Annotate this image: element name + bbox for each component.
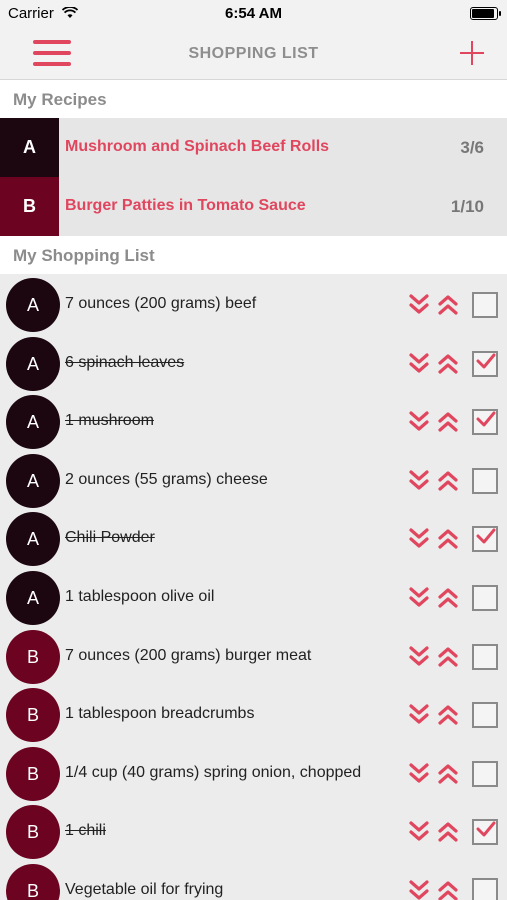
double-chevron-down-icon[interactable] bbox=[407, 586, 431, 610]
double-chevron-up-icon[interactable] bbox=[436, 527, 460, 551]
item-text: 1 mushroom bbox=[65, 412, 154, 430]
shopping-section-title: My Shopping List bbox=[13, 246, 155, 265]
recipe-name: Burger Patties in Tomato Sauce bbox=[65, 197, 306, 214]
double-chevron-up-icon[interactable] bbox=[436, 703, 460, 727]
double-chevron-down-icon[interactable] bbox=[407, 820, 431, 844]
plus-icon[interactable] bbox=[459, 40, 485, 66]
recipe-avatar: A bbox=[6, 336, 60, 391]
double-chevron-up-icon[interactable] bbox=[436, 469, 460, 493]
recipe-progress-count: 3/6 bbox=[460, 138, 484, 157]
recipe-row-b[interactable]: B Burger Patties in Tomato Sauce 1/10 bbox=[0, 177, 507, 236]
recipe-name: Mushroom and Spinach Beef Rolls bbox=[65, 138, 330, 155]
nav-bar: SHOPPING LIST bbox=[0, 28, 507, 80]
item-text: 1 tablespoon olive oil bbox=[65, 588, 215, 605]
recipe-avatar: A bbox=[6, 278, 60, 332]
checkbox-icon[interactable] bbox=[472, 292, 498, 318]
double-chevron-up-icon[interactable] bbox=[436, 820, 460, 844]
double-chevron-down-icon[interactable] bbox=[407, 645, 431, 669]
checkbox-icon[interactable] bbox=[472, 878, 498, 900]
list-item: A 2 ounces (55 grams) cheese bbox=[0, 452, 507, 511]
battery-level bbox=[472, 9, 494, 18]
item-text: 7 ounces (200 grams) burger meat bbox=[65, 646, 312, 664]
list-item: A 1 mushroom bbox=[0, 393, 507, 452]
double-chevron-up-icon[interactable] bbox=[436, 645, 460, 669]
item-text: 7 ounces (200 grams) beef bbox=[65, 295, 257, 312]
double-chevron-up-icon[interactable] bbox=[436, 586, 460, 610]
double-chevron-up-icon[interactable] bbox=[436, 410, 460, 434]
double-chevron-up-icon[interactable] bbox=[436, 293, 460, 317]
recipe-avatar: B bbox=[6, 746, 60, 801]
list-item: B 7 ounces (200 grams) burger meat bbox=[0, 628, 507, 687]
double-chevron-down-icon[interactable] bbox=[407, 293, 431, 317]
item-text: Vegetable oil for frying bbox=[65, 881, 224, 898]
double-chevron-down-icon[interactable] bbox=[407, 762, 431, 786]
shopping-section-header: My Shopping List bbox=[0, 236, 507, 274]
item-text: 6 spinach leaves bbox=[65, 353, 185, 371]
recipe-avatar: A bbox=[6, 395, 60, 450]
recipe-row-a[interactable]: A Mushroom and Spinach Beef Rolls 3/6 bbox=[0, 118, 507, 177]
checkbox-icon[interactable] bbox=[472, 702, 498, 729]
status-time: 6:54 AM bbox=[225, 5, 282, 22]
list-item: B Vegetable oil for frying bbox=[0, 862, 507, 900]
item-text: 2 ounces (55 grams) cheese bbox=[65, 470, 268, 488]
list-item: B 1 chili bbox=[0, 803, 507, 862]
battery-icon bbox=[470, 7, 501, 20]
double-chevron-down-icon[interactable] bbox=[407, 352, 431, 376]
page-title: SHOPPING LIST bbox=[188, 45, 319, 62]
checkbox-icon[interactable] bbox=[472, 819, 498, 846]
recipe-letter-badge: A bbox=[0, 118, 59, 177]
double-chevron-down-icon[interactable] bbox=[407, 527, 431, 551]
checkbox-icon[interactable] bbox=[472, 409, 498, 436]
item-text: 1 chili bbox=[65, 822, 106, 840]
double-chevron-down-icon[interactable] bbox=[407, 703, 431, 727]
list-item: A 7 ounces (200 grams) beef bbox=[0, 276, 507, 335]
double-chevron-down-icon[interactable] bbox=[407, 879, 431, 900]
list-item: A 1 tablespoon olive oil bbox=[0, 569, 507, 628]
list-item: B 1/4 cup (40 grams) spring onion, choppe… bbox=[0, 745, 507, 804]
double-chevron-down-icon[interactable] bbox=[407, 410, 431, 434]
recipe-avatar: B bbox=[6, 805, 60, 860]
recipe-avatar: A bbox=[6, 571, 60, 625]
list-item: B 1 tablespoon breadcrumbs bbox=[0, 686, 507, 745]
recipe-letter-badge: B bbox=[0, 177, 59, 236]
recipe-avatar: A bbox=[6, 512, 60, 567]
recipes-section-header: My Recipes bbox=[0, 80, 507, 118]
double-chevron-down-icon[interactable] bbox=[407, 469, 431, 493]
item-text: 1 tablespoon breadcrumbs bbox=[65, 705, 255, 723]
recipe-avatar: B bbox=[6, 629, 60, 684]
double-chevron-up-icon[interactable] bbox=[436, 879, 460, 900]
checkbox-icon[interactable] bbox=[472, 585, 498, 611]
checkbox-icon[interactable] bbox=[472, 467, 498, 494]
double-chevron-up-icon[interactable] bbox=[436, 352, 460, 376]
recipe-avatar: A bbox=[6, 453, 60, 508]
double-chevron-up-icon[interactable] bbox=[436, 762, 460, 786]
recipe-progress-count: 1/10 bbox=[450, 197, 484, 216]
checkbox-icon[interactable] bbox=[472, 526, 498, 553]
checkbox-icon[interactable] bbox=[472, 350, 498, 377]
checkbox-icon[interactable] bbox=[472, 760, 498, 787]
list-item: A Chili Powder bbox=[0, 510, 507, 569]
recipe-avatar: B bbox=[6, 864, 60, 900]
list-item: A 6 spinach leaves bbox=[0, 335, 507, 394]
item-text: Chili Powder bbox=[65, 529, 155, 547]
status-bar: Carrier 6:54 AM bbox=[0, 0, 507, 28]
recipe-avatar: B bbox=[6, 688, 60, 743]
checkbox-icon[interactable] bbox=[472, 643, 498, 670]
recipes-section-title: My Recipes bbox=[13, 90, 107, 109]
item-text: 1/4 cup (40 grams) spring onion, chopped bbox=[65, 763, 362, 781]
